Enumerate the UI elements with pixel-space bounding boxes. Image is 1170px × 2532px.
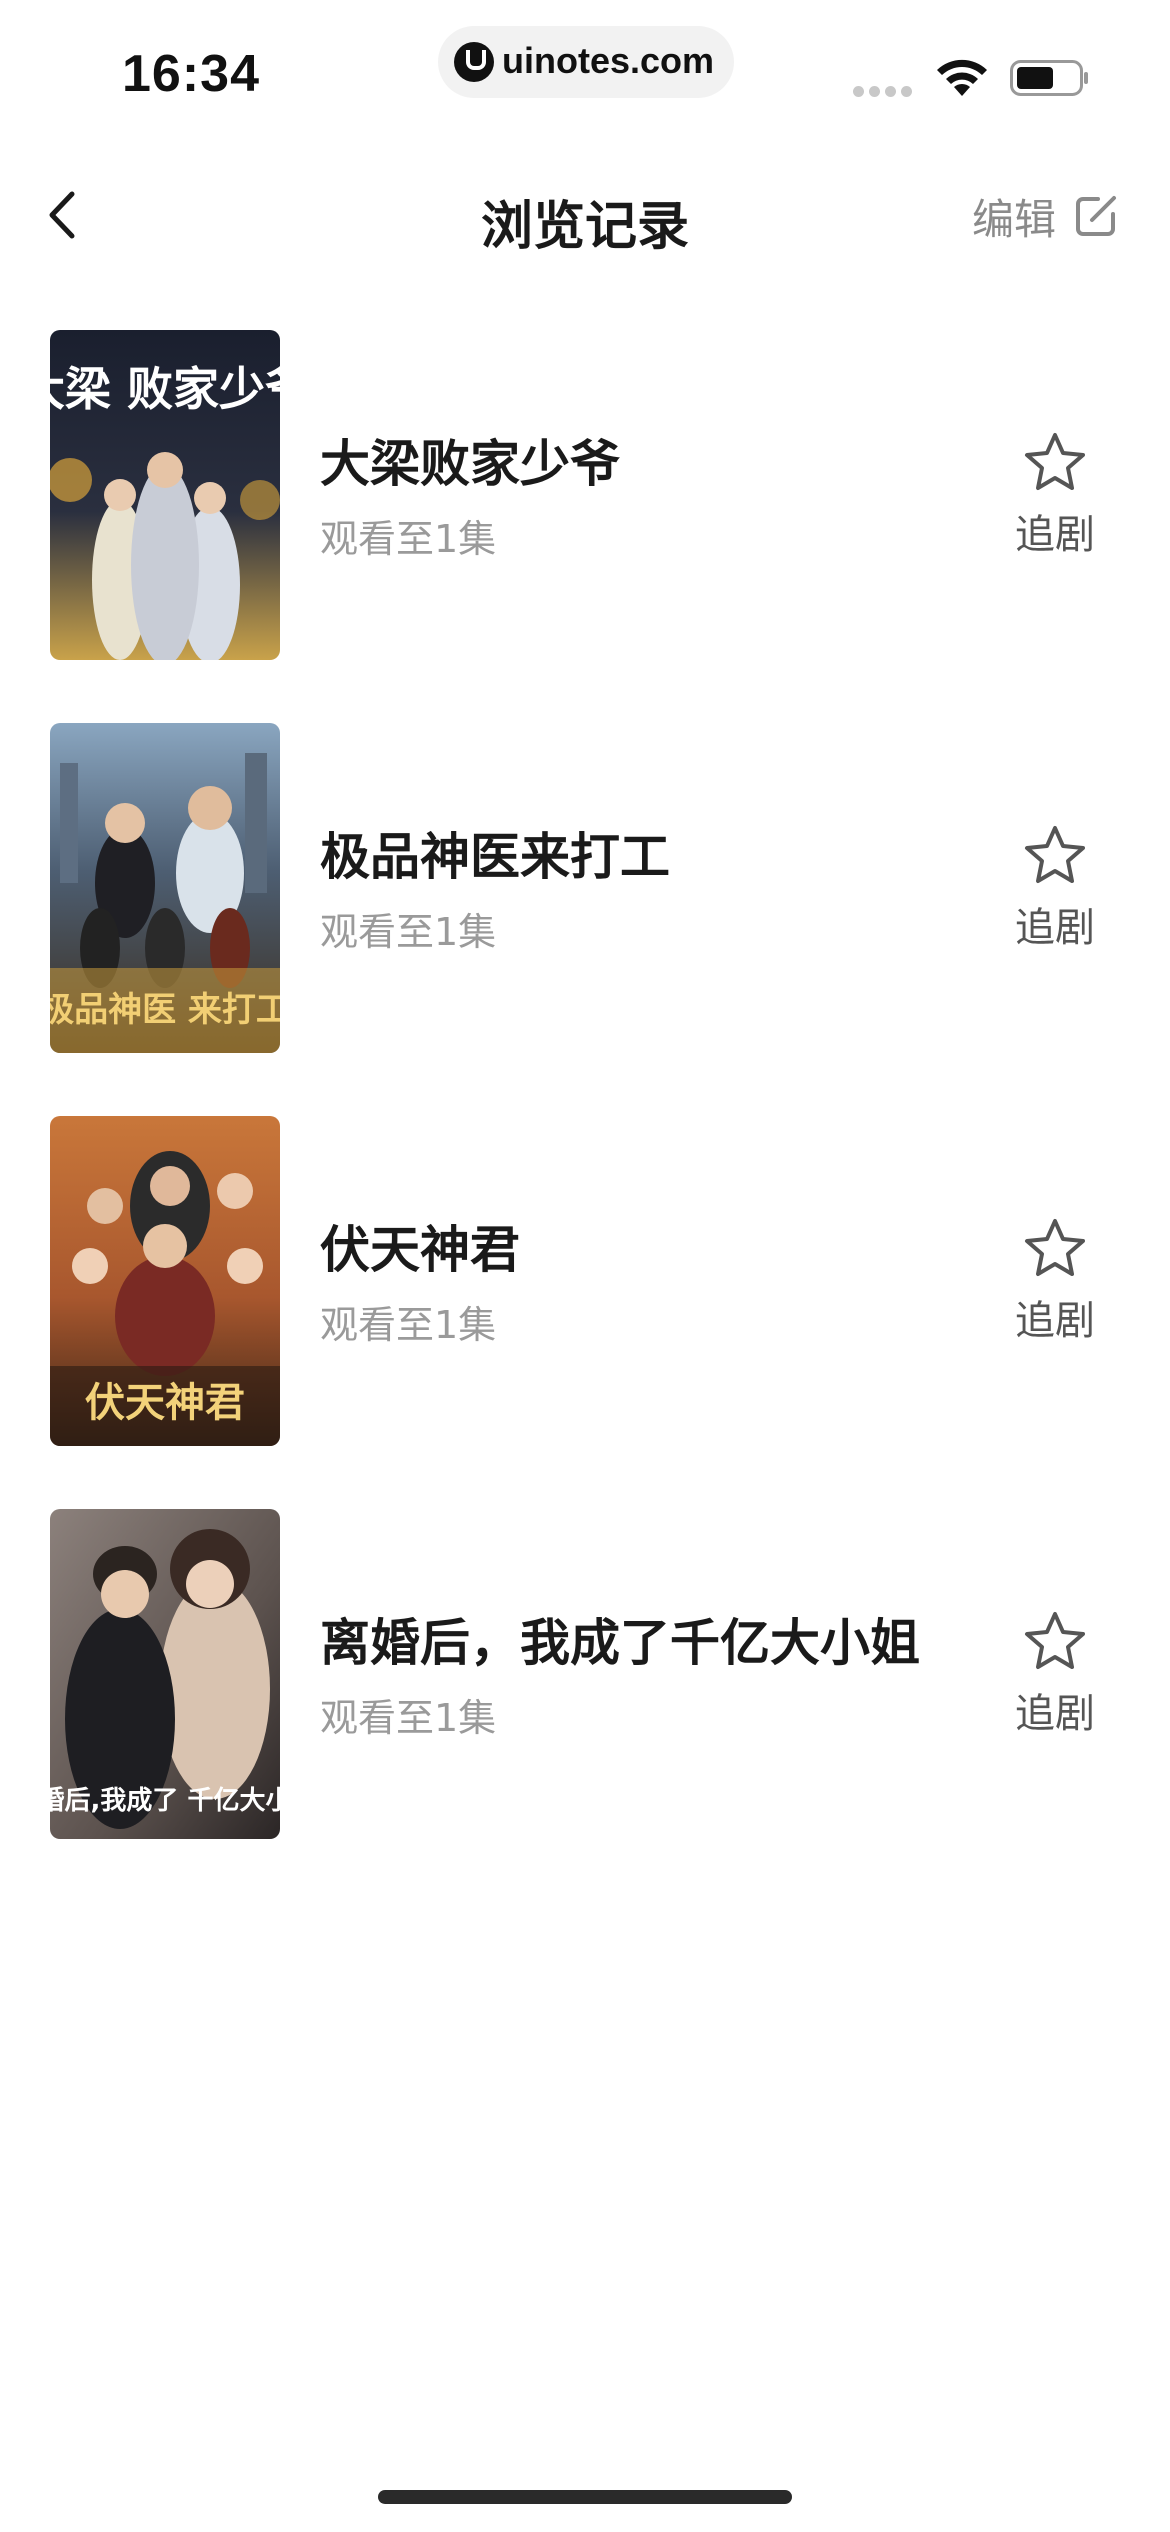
edit-label: 编辑 [971, 194, 1056, 244]
poster-image[interactable]: 大梁 败家少爷 [50, 330, 280, 660]
home-indicator[interactable] [378, 2490, 792, 2504]
poster-caption: 伏天神君 [85, 1380, 245, 1426]
poster-artwork: 伏天神君 [50, 1116, 280, 1446]
item-progress: 观看至1集 [320, 910, 497, 954]
follow-button[interactable]: 追剧 [1000, 1216, 1110, 1346]
poster-caption: 极品神医 来打工 [50, 990, 280, 1030]
item-title[interactable]: 离婚后，我成了千亿大小姐 [320, 1603, 920, 1675]
history-item[interactable]: 极品神医 来打工 极品神医来打工 观看至1集 追剧 [0, 723, 1170, 1116]
item-title[interactable]: 伏天神君 [320, 1210, 520, 1282]
status-time: 16:34 [122, 45, 260, 103]
edit-icon [1076, 196, 1116, 236]
item-progress: 观看至1集 [320, 1696, 497, 1740]
history-list: 大梁 败家少爷 大梁败家少爷 观看至1集 追剧 [0, 330, 1170, 1902]
poster-artwork: 大梁 败家少爷 [50, 330, 280, 660]
follow-label: 追剧 [1015, 512, 1095, 558]
nav-bar: 浏览记录 编辑 [0, 150, 1170, 280]
poster-image[interactable]: 极品神医 来打工 [50, 723, 280, 1053]
follow-label: 追剧 [1015, 905, 1095, 951]
follow-label: 追剧 [1015, 1298, 1095, 1344]
star-icon [1025, 1219, 1085, 1276]
history-item[interactable]: 离婚后,我成了 千亿大小姐 离婚后，我成了千亿大小姐 观看至1集 追剧 [0, 1509, 1170, 1902]
poster-image[interactable]: 离婚后,我成了 千亿大小姐 [50, 1509, 280, 1839]
item-title[interactable]: 极品神医来打工 [320, 817, 670, 889]
poster-caption: 离婚后,我成了 千亿大小姐 [50, 1785, 280, 1816]
site-logo-icon [454, 42, 494, 82]
poster-artwork: 离婚后,我成了 千亿大小姐 [50, 1509, 280, 1839]
poster-artwork: 极品神医 来打工 [50, 723, 280, 1053]
poster-image[interactable]: 伏天神君 [50, 1116, 280, 1446]
battery-icon [1010, 60, 1088, 96]
history-item[interactable]: 伏天神君 伏天神君 观看至1集 追剧 [0, 1116, 1170, 1509]
star-icon [1025, 433, 1085, 490]
follow-button[interactable]: 追剧 [1000, 1609, 1110, 1739]
browsing-history-screen: 16:34 uinotes.com 浏览记录 编辑 梁 败家少 大梁败家少爷 观… [0, 0, 1170, 2532]
history-item[interactable]: 大梁 败家少爷 大梁败家少爷 观看至1集 追剧 [0, 330, 1170, 723]
cellular-signal-icon [853, 86, 913, 97]
star-icon [1025, 826, 1085, 883]
url-pill: uinotes.com [438, 26, 734, 98]
item-progress: 观看至1集 [320, 1303, 497, 1347]
status-bar: 16:34 uinotes.com [0, 0, 1170, 140]
edit-button[interactable]: 编辑 [972, 186, 1118, 246]
item-progress: 观看至1集 [320, 517, 497, 561]
wifi-icon [937, 59, 987, 96]
follow-label: 追剧 [1015, 1691, 1095, 1737]
poster-caption: 大梁 败家少爷 [50, 362, 280, 416]
follow-button[interactable]: 追剧 [1000, 430, 1110, 560]
follow-button[interactable]: 追剧 [1000, 823, 1110, 953]
item-title[interactable]: 大梁败家少爷 [320, 424, 620, 496]
star-icon [1025, 1612, 1085, 1669]
url-text: uinotes.com [502, 40, 715, 81]
